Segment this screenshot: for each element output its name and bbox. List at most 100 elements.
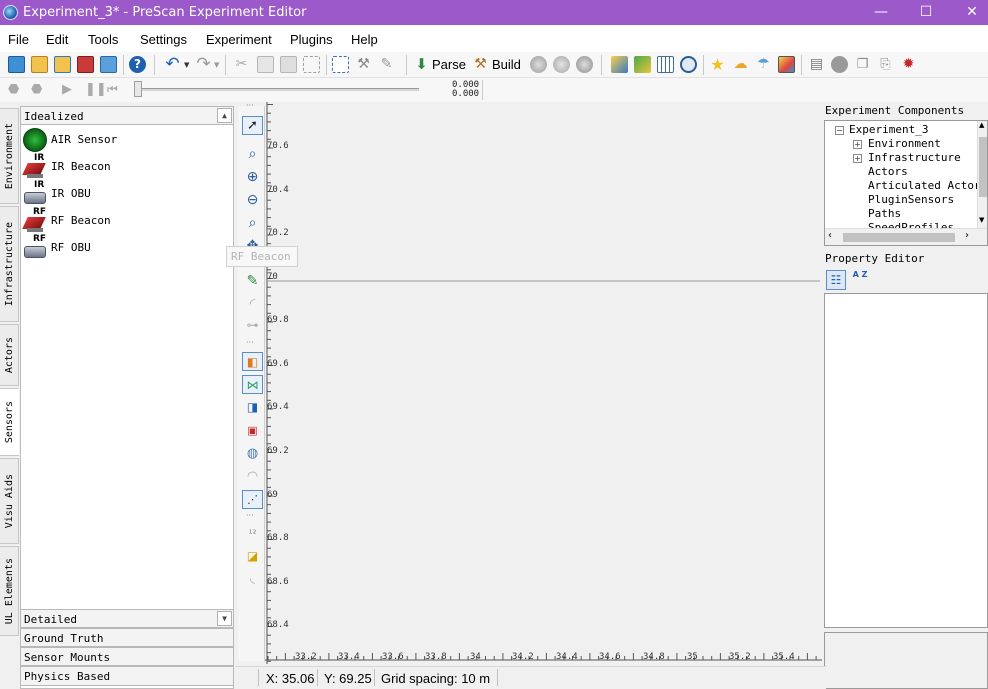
record-icon[interactable]: ⬣: [8, 82, 23, 97]
shading-icon[interactable]: [831, 56, 848, 73]
tree-node-paths[interactable]: Paths: [868, 207, 901, 220]
palette-item-rf-beacon[interactable]: RF RF Beacon: [22, 207, 222, 234]
curve-path-icon[interactable]: ◜: [242, 295, 263, 314]
help-icon[interactable]: ?: [129, 56, 146, 73]
scroll-right-icon[interactable]: ›: [965, 230, 969, 241]
copy-layers-icon[interactable]: ❐: [854, 56, 871, 73]
alphabetical-sort-icon[interactable]: A Z: [850, 270, 870, 290]
pencil-icon[interactable]: ✎: [378, 56, 395, 73]
group-ground-truth-header[interactable]: Ground Truth: [20, 628, 234, 647]
expand-down-icon[interactable]: ▼: [217, 611, 232, 626]
build-hammer-icon[interactable]: ⚒: [472, 56, 489, 73]
tab-infrastructure[interactable]: Infrastructure: [0, 206, 19, 322]
scroll-up-icon[interactable]: ▲: [979, 121, 984, 129]
rewind-icon[interactable]: ⏮: [107, 82, 122, 97]
property-grid[interactable]: [824, 293, 988, 628]
palette-item-ir-obu[interactable]: IR IR OBU: [22, 180, 222, 207]
road-edit-icon[interactable]: [634, 56, 651, 73]
simulate-icon[interactable]: [576, 56, 593, 73]
tree-horizontal-scrollbar[interactable]: ‹ ›: [825, 228, 987, 245]
align-icon[interactable]: ▤: [808, 56, 825, 73]
expand-icon[interactable]: +: [853, 140, 862, 149]
trajectory-merge-icon[interactable]: ⋈: [242, 375, 263, 394]
open-folder-icon[interactable]: [31, 56, 48, 73]
cut-icon[interactable]: ✂: [233, 56, 250, 73]
palette-item-air-sensor[interactable]: AIR Sensor: [22, 127, 222, 153]
tab-environment[interactable]: Environment: [0, 108, 19, 204]
new-experiment-icon[interactable]: [8, 56, 25, 73]
menu-plugins[interactable]: Plugins: [290, 32, 333, 47]
maximize-button[interactable]: ☐: [903, 0, 949, 25]
table-icon[interactable]: [657, 56, 674, 73]
curve-icon[interactable]: ◟: [242, 569, 263, 588]
tree-node-root[interactable]: Experiment_3: [849, 123, 928, 136]
palette-item-ir-beacon[interactable]: IR IR Beacon: [22, 153, 222, 180]
pause-icon[interactable]: ❚❚: [85, 82, 107, 97]
globe-link-icon[interactable]: ◍: [242, 444, 263, 463]
open-recent-icon[interactable]: [54, 56, 71, 73]
group-sensor-mounts-header[interactable]: Sensor Mounts: [20, 647, 234, 666]
save-icon[interactable]: [77, 56, 94, 73]
region-select-icon[interactable]: [332, 56, 349, 73]
export-icon[interactable]: ⎘: [877, 56, 894, 73]
speed-profile-icon[interactable]: ▣: [242, 421, 263, 440]
star-icon[interactable]: ★: [709, 56, 726, 73]
categorized-view-icon[interactable]: ☷: [826, 270, 846, 290]
speedometer-icon[interactable]: [680, 56, 697, 73]
paste-icon[interactable]: [280, 56, 297, 73]
tab-visu-aids[interactable]: Visu Aids: [0, 458, 19, 544]
image-icon[interactable]: [778, 56, 795, 73]
tree-scroll-thumb[interactable]: [979, 137, 987, 197]
minimize-button[interactable]: —: [858, 0, 904, 25]
group-physics-based-header[interactable]: Physics Based: [20, 666, 234, 686]
tree-node-infrastructure[interactable]: Infrastructure: [868, 151, 961, 164]
weather-cloud-icon[interactable]: ☁: [732, 56, 749, 73]
menu-settings[interactable]: Settings: [140, 32, 187, 47]
tree-vertical-scrollbar[interactable]: ▲ ▼: [977, 121, 987, 228]
arc-icon[interactable]: ◠: [242, 467, 263, 486]
play-icon[interactable]: ▶: [62, 82, 77, 97]
connect-path-icon[interactable]: ⊶: [242, 316, 263, 335]
regenerate-icon[interactable]: [553, 56, 570, 73]
select-all-icon[interactable]: [303, 56, 320, 73]
scroll-down-icon[interactable]: ▼: [979, 216, 984, 224]
copy-icon[interactable]: [257, 56, 274, 73]
menu-file[interactable]: File: [8, 32, 29, 47]
traffic-sign-icon[interactable]: ◪: [242, 547, 263, 566]
trajectory-back-icon[interactable]: ◨: [242, 398, 263, 417]
redo-icon[interactable]: ↷: [195, 56, 212, 73]
zoom-window-icon[interactable]: ⌕: [242, 145, 263, 164]
tree-node-plugin-sensors[interactable]: PluginSensors: [868, 193, 954, 206]
menu-experiment[interactable]: Experiment: [206, 32, 272, 47]
save-as-icon[interactable]: [100, 56, 117, 73]
numbering-icon[interactable]: ¹²: [242, 525, 263, 544]
collapse-up-icon[interactable]: ▲: [217, 108, 232, 123]
generate-world-icon[interactable]: [530, 56, 547, 73]
select-pointer-icon[interactable]: ➚: [242, 116, 263, 135]
weather-rain-icon[interactable]: ☂: [755, 56, 772, 73]
undo-dropdown-icon[interactable]: ▼: [184, 61, 189, 69]
timeline-slider-thumb[interactable]: [134, 81, 142, 97]
parse-icon[interactable]: ⬇: [413, 56, 430, 73]
undo-icon[interactable]: ↶: [164, 56, 181, 73]
title-bar[interactable]: Experiment_3* - PreScan Experiment Edito…: [0, 0, 988, 25]
collapse-icon[interactable]: −: [835, 126, 844, 135]
menu-edit[interactable]: Edit: [46, 32, 68, 47]
zoom-out-icon[interactable]: ⊖: [242, 191, 263, 210]
tab-actors[interactable]: Actors: [0, 324, 19, 386]
group-detailed-header[interactable]: Detailed ▼: [20, 609, 234, 628]
tree-node-articulated-actors[interactable]: Articulated Actors: [868, 179, 987, 192]
scroll-left-icon[interactable]: ‹: [828, 230, 832, 241]
bug-icon[interactable]: ✹: [900, 56, 917, 73]
group-idealized-header[interactable]: Idealized ▲: [20, 106, 234, 125]
close-button[interactable]: ✕: [949, 0, 988, 25]
measure-ruler-icon[interactable]: [611, 56, 628, 73]
zoom-in-icon[interactable]: ⊕: [242, 168, 263, 187]
tree-node-environment[interactable]: Environment: [868, 137, 941, 150]
menu-help[interactable]: Help: [351, 32, 378, 47]
redo-dropdown-icon[interactable]: ▼: [214, 61, 219, 69]
tab-sensors[interactable]: Sensors: [0, 388, 19, 456]
timeline-slider[interactable]: [135, 88, 419, 91]
zoom-extents-icon[interactable]: ⌕: [242, 214, 263, 233]
record-all-icon[interactable]: ⬣: [31, 82, 46, 97]
